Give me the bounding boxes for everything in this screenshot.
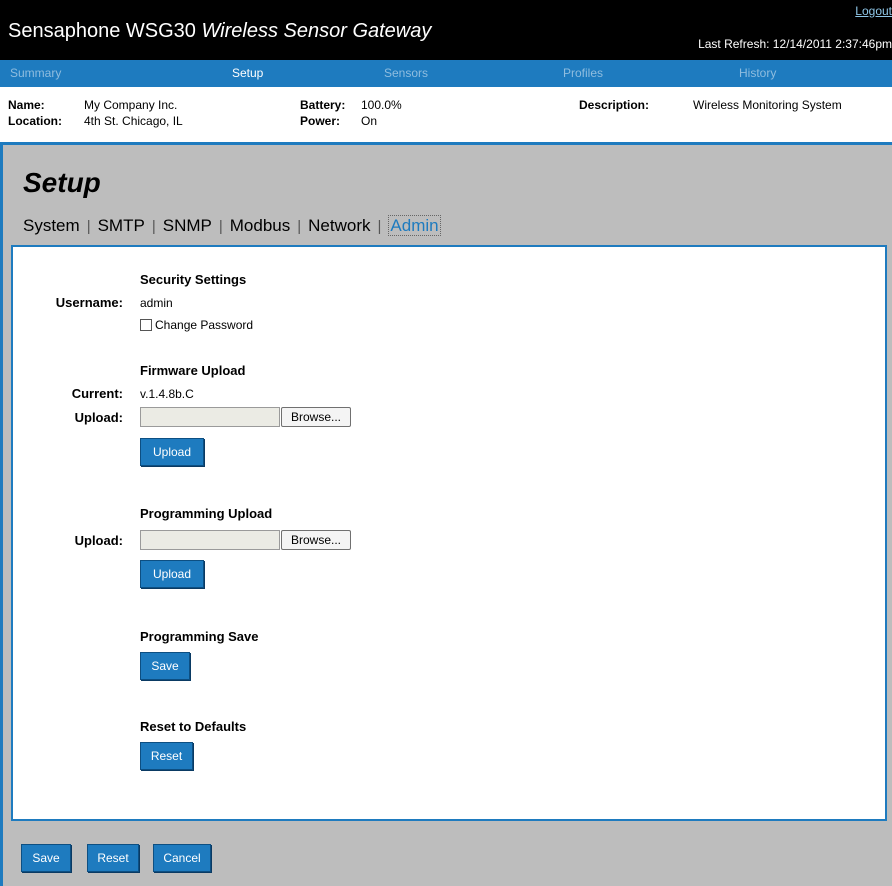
firmware-upload-button[interactable]: Upload xyxy=(140,438,204,466)
footer-save-button[interactable]: Save xyxy=(21,844,71,872)
programming-save-button[interactable]: Save xyxy=(140,652,190,680)
programming-browse-button[interactable]: Browse... xyxy=(281,530,351,550)
device-info: Name: My Company Inc. Location: 4th St. … xyxy=(0,87,892,142)
tab-separator: | xyxy=(377,218,382,235)
programming-file-input[interactable] xyxy=(140,530,280,550)
current-firmware-label: Current: xyxy=(71,386,123,401)
app-title-subtitle: Wireless Sensor Gateway xyxy=(201,20,432,42)
firmware-upload-label: Upload: xyxy=(74,410,123,425)
tab-modbus[interactable]: Modbus xyxy=(230,216,290,235)
firmware-upload-heading: Firmware Upload xyxy=(140,363,246,378)
battery-label: Battery: xyxy=(300,98,346,112)
app-title: Sensaphone WSG30 Wireless Sensor Gateway xyxy=(8,20,431,43)
change-password-toggle[interactable]: Change Password xyxy=(140,318,253,332)
footer-reset-button[interactable]: Reset xyxy=(87,844,139,872)
firmware-browse-button[interactable]: Browse... xyxy=(281,407,351,427)
change-password-label: Change Password xyxy=(155,318,254,332)
location-value: 4th St. Chicago, IL xyxy=(84,114,183,128)
current-firmware-value: v.1.4.8b.C xyxy=(140,387,194,401)
description-value: Wireless Monitoring System xyxy=(693,98,842,112)
page-title: Setup xyxy=(23,167,101,198)
reset-defaults-button[interactable]: Reset xyxy=(140,742,193,770)
name-value: My Company Inc. xyxy=(84,98,178,112)
tab-separator: | xyxy=(86,218,91,235)
nav-sensors[interactable]: Sensors xyxy=(384,60,428,87)
battery-value: 100.0% xyxy=(361,98,402,112)
nav-setup[interactable]: Setup xyxy=(232,60,263,87)
tab-snmp[interactable]: SNMP xyxy=(163,216,212,235)
nav-history[interactable]: History xyxy=(739,60,776,87)
top-header: Sensaphone WSG30 Wireless Sensor Gateway… xyxy=(0,0,892,60)
change-password-checkbox[interactable] xyxy=(140,319,152,331)
last-refresh-text: Last Refresh: 12/14/2011 2:37:46pm xyxy=(698,37,892,51)
tab-separator: | xyxy=(218,218,223,235)
location-label: Location: xyxy=(8,114,62,128)
username-value: admin xyxy=(140,296,173,310)
tab-network[interactable]: Network xyxy=(308,216,370,235)
tab-system[interactable]: System xyxy=(23,216,80,235)
programming-upload-label: Upload: xyxy=(74,533,123,548)
security-settings-heading: Security Settings xyxy=(140,272,247,287)
tab-separator: | xyxy=(151,218,156,235)
admin-content: Security Settings Username: admin Change… xyxy=(11,245,887,821)
setup-subtabs: System | SMTP | SNMP | Modbus | Network | Admin xyxy=(23,215,441,236)
programming-upload-heading: Programming Upload xyxy=(140,506,273,521)
tab-separator: | xyxy=(297,218,302,235)
name-label: Name: xyxy=(8,98,45,112)
firmware-file-input[interactable] xyxy=(140,407,280,427)
main-nav: Summary Setup Sensors Profiles History xyxy=(0,60,892,87)
nav-summary[interactable]: Summary xyxy=(10,60,61,87)
app-title-main: Sensaphone WSG30 xyxy=(8,20,202,42)
tab-smtp[interactable]: SMTP xyxy=(98,216,145,235)
logout-link[interactable]: Logout xyxy=(855,4,892,18)
power-label: Power: xyxy=(300,114,341,128)
programming-save-heading: Programming Save xyxy=(140,629,259,644)
reset-defaults-heading: Reset to Defaults xyxy=(140,719,247,734)
setup-panel: Setup System | SMTP | SNMP | Modbus | Network | Ad… xyxy=(0,142,892,886)
footer-cancel-button[interactable]: Cancel xyxy=(153,844,211,872)
programming-upload-button[interactable]: Upload xyxy=(140,560,204,588)
nav-profiles[interactable]: Profiles xyxy=(563,60,603,87)
username-label: Username: xyxy=(55,295,123,310)
power-value: On xyxy=(361,114,378,128)
tab-admin[interactable]: Admin xyxy=(388,215,441,236)
description-label: Description: xyxy=(579,98,650,112)
